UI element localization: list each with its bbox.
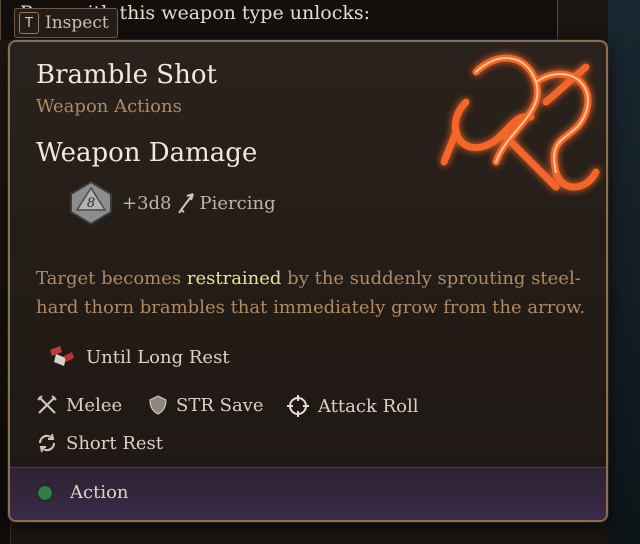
spell-category: Weapon Actions [36,96,182,117]
inspect-key: T [19,12,39,34]
bramble-rune-icon [440,54,600,191]
tag-str-save: STR Save [148,394,264,416]
action-label: Action [70,482,129,503]
tag-attack-roll: Attack Roll [286,394,419,418]
inspect-button[interactable]: T Inspect [14,8,118,38]
inspect-label: Inspect [45,13,109,33]
tag-attack-roll-label: Attack Roll [318,395,419,417]
long-rest-icon [50,346,74,366]
crosshair-icon [287,395,309,417]
restrained-keyword[interactable]: restrained [187,268,282,289]
damage-dice: +3d8 [122,192,172,214]
short-rest-icon [38,433,56,453]
action-cost: Action [38,482,129,503]
recharge-label: Until Long Rest [86,346,230,368]
spell-description: Target becomes restrained by the suddenl… [36,268,586,318]
tag-short-rest: Short Rest [36,432,163,454]
svg-text:8: 8 [87,196,95,211]
action-dot-icon [38,485,52,500]
tag-melee: Melee [36,394,122,416]
cost-footer: Action [10,467,606,520]
damage-row: 8 +3d8 Piercing [68,180,276,226]
section-title: Weapon Damage [36,138,258,168]
piercing-arrow-icon [177,193,194,214]
shield-icon [149,395,167,415]
spell-title: Bramble Shot [36,60,217,90]
tag-str-save-label: STR Save [176,394,264,416]
damage-type: Piercing [199,192,276,214]
background-right-strip [608,0,640,544]
spell-tooltip: Bramble Shot Weapon Actions Weapon Damag… [8,40,608,522]
tag-melee-label: Melee [66,394,123,416]
tag-short-rest-label: Short Rest [66,432,163,454]
crossed-swords-icon [37,395,57,414]
d8-dice-icon: 8 [70,180,112,226]
recharge-row: Until Long Rest [44,342,230,372]
